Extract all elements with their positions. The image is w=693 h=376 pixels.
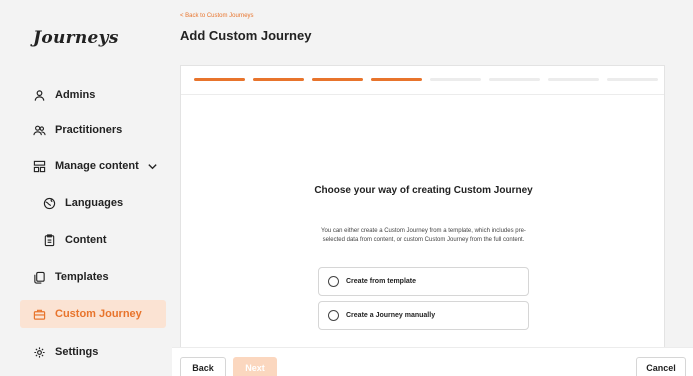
sidebar-item-label: Practitioners (55, 124, 123, 136)
next-button[interactable]: Next (233, 357, 277, 376)
page-title: Add Custom Journey (180, 28, 312, 43)
sidebar-item-templates[interactable]: Templates (20, 263, 166, 291)
sidebar-item-custom-journey[interactable]: Custom Journey (20, 300, 166, 328)
progress-step (371, 78, 422, 81)
option-create-manually[interactable]: Create a Journey manually (318, 301, 529, 330)
progress-step (253, 78, 304, 81)
sidebar-item-label: Custom Journey (55, 308, 142, 320)
cancel-button[interactable]: Cancel (636, 357, 686, 376)
wizard-title: Choose your way of creating Custom Journ… (314, 185, 533, 196)
document-icon (42, 233, 56, 247)
sidebar-item-admins[interactable]: Admins (20, 81, 166, 109)
divider (181, 94, 664, 95)
chevron-down-icon[interactable] (147, 161, 158, 172)
progress-step (312, 78, 363, 81)
progress-step (489, 78, 540, 81)
app: Journeys Admins Practitioners Manage con… (0, 0, 693, 376)
sidebar-item-label: Settings (55, 346, 99, 358)
back-to-custom-journeys-link[interactable]: < Back to Custom Journeys (180, 13, 254, 19)
app-logo: Journeys (33, 28, 119, 48)
sidebar-item-label: Content (65, 234, 107, 246)
briefcase-icon (32, 307, 46, 321)
radio-button[interactable] (328, 310, 339, 321)
sidebar-item-label: Manage content (55, 160, 139, 172)
wizard-card: Choose your way of creating Custom Journ… (180, 65, 665, 347)
sidebar-item-practitioners[interactable]: Practitioners (20, 116, 166, 144)
sidebar-item-content[interactable]: Content (20, 226, 166, 254)
option-label: Create from template (346, 278, 417, 285)
sidebar-item-label: Admins (55, 89, 96, 101)
gear-icon (32, 345, 46, 359)
sidebar: Journeys Admins Practitioners Manage con… (0, 0, 172, 376)
option-create-from-template[interactable]: Create from template (318, 267, 529, 296)
users-icon (32, 123, 46, 137)
scroll-gutter (666, 0, 693, 347)
sidebar-item-label: Languages (65, 197, 124, 209)
option-label: Create a Journey manually (346, 312, 436, 319)
sidebar-item-settings[interactable]: Settings (20, 338, 166, 366)
radio-button[interactable] (328, 276, 339, 287)
progress-step (548, 78, 599, 81)
step-progress (194, 78, 658, 81)
wizard-description: You can either create a Custom Journey f… (321, 228, 526, 243)
user-icon (32, 88, 46, 102)
back-button[interactable]: Back (180, 357, 226, 376)
progress-step (194, 78, 245, 81)
globe-icon (42, 196, 56, 210)
grid-icon (32, 159, 46, 173)
copy-icon (32, 270, 46, 284)
progress-step (607, 78, 658, 81)
sidebar-item-label: Templates (55, 271, 109, 283)
sidebar-item-manage-content[interactable]: Manage content (20, 152, 166, 180)
sidebar-item-languages[interactable]: Languages (20, 189, 166, 217)
progress-step (430, 78, 481, 81)
